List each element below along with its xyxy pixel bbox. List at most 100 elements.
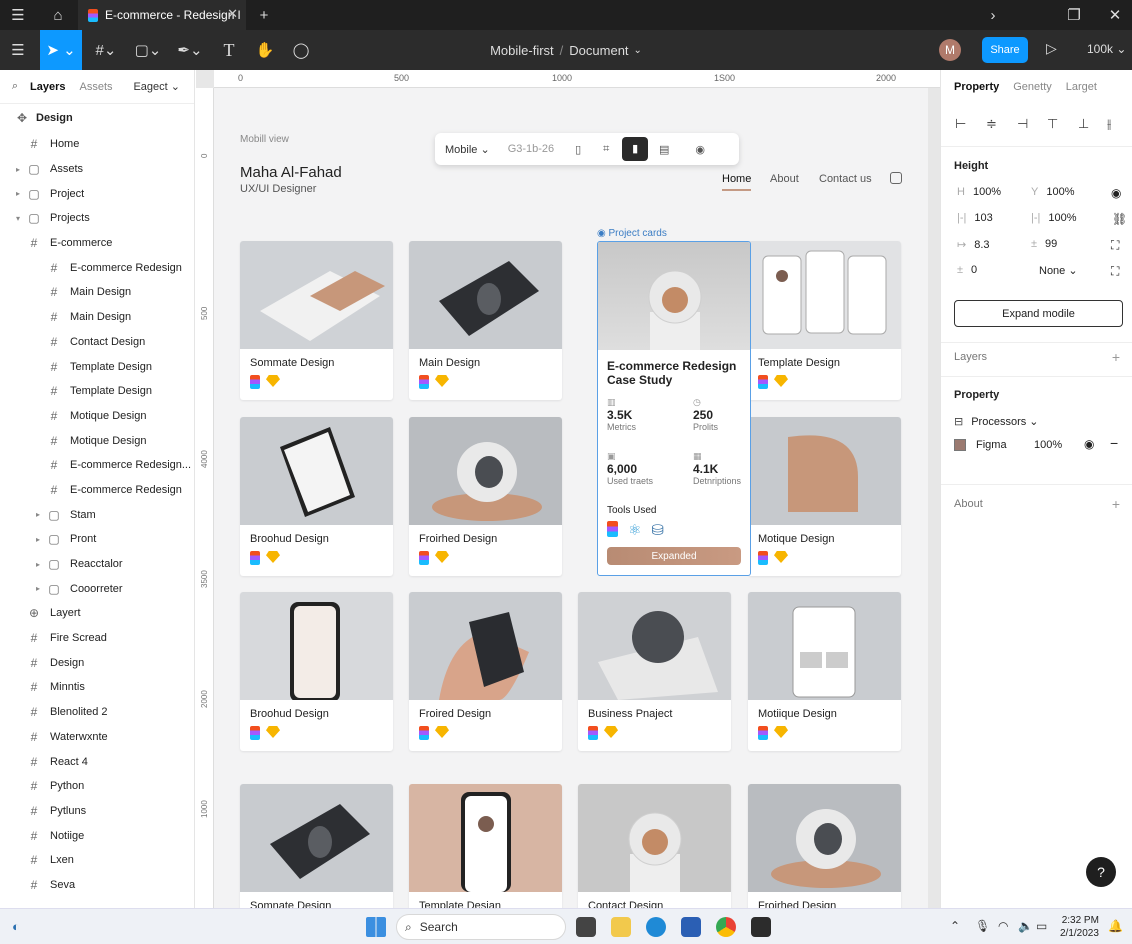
preview-eye-icon[interactable]: ◉: [686, 143, 714, 156]
frame-tool-icon[interactable]: #⌄: [88, 30, 124, 70]
fill-eye-icon[interactable]: ◉: [1084, 437, 1094, 451]
nav-contact[interactable]: Contact us: [819, 173, 872, 185]
layer-item[interactable]: # E-commerce Redesign: [0, 478, 194, 503]
instagram-icon[interactable]: [890, 172, 902, 184]
weather-icon[interactable]: ◐: [12, 919, 20, 934]
layer-item[interactable]: # Home: [0, 132, 194, 157]
wifi-icon[interactable]: ◠: [998, 919, 1008, 933]
caret-right-icon[interactable]: ▸: [32, 510, 44, 519]
chevron-right-icon[interactable]: ›: [975, 0, 1011, 30]
tab-document[interactable]: E-commerce - Redesign l ✕: [78, 0, 246, 30]
layer-item[interactable]: # Lxen: [0, 848, 194, 873]
dimension-field[interactable]: |-| 100%: [1031, 212, 1077, 224]
dimension-field[interactable]: Y 100%: [1031, 186, 1074, 198]
project-name[interactable]: Mobile-first: [490, 43, 554, 58]
layer-item[interactable]: # Fire Scread: [0, 626, 194, 651]
project-card[interactable]: Broohud Design: [240, 417, 393, 576]
file-explorer-icon[interactable]: [611, 917, 631, 937]
project-card[interactable]: Motiique Design: [748, 592, 901, 751]
layer-item[interactable]: # E-commerce Redesign: [0, 255, 194, 280]
project-card[interactable]: Contact Design: [578, 784, 731, 908]
expanded-button[interactable]: Expanded: [607, 547, 741, 565]
link-icon[interactable]: ⛓: [1112, 212, 1127, 226]
text-tool-icon[interactable]: T: [214, 30, 244, 70]
page-name[interactable]: Document: [569, 43, 628, 58]
chevron-up-icon[interactable]: ⌃: [950, 919, 960, 933]
caret-down-icon[interactable]: ▾: [12, 214, 24, 223]
main-menu-icon[interactable]: ☰: [0, 30, 36, 70]
caret-right-icon[interactable]: ▸: [12, 189, 24, 198]
align-bottom-icon[interactable]: ⊥: [1078, 116, 1089, 132]
caret-right-icon[interactable]: ▸: [32, 560, 44, 569]
layer-item[interactable]: # Notiige: [0, 823, 194, 848]
layer-item[interactable]: # Template Design: [0, 354, 194, 379]
notification-icon[interactable]: 🔔: [1108, 919, 1123, 933]
restore-window-icon[interactable]: ❐: [1056, 0, 1092, 30]
volume-icon[interactable]: 🔈: [1018, 919, 1033, 933]
figma-app-icon[interactable]: [751, 917, 771, 937]
tablet-icon[interactable]: ▤: [650, 143, 678, 156]
shape-tool-icon[interactable]: ▢⌄: [130, 30, 166, 70]
play-icon[interactable]: ▷: [1046, 40, 1057, 57]
comment-tool-icon[interactable]: ◯: [286, 30, 316, 70]
page-select[interactable]: Eagect ⌄: [133, 80, 180, 93]
zoom-level[interactable]: 100k ⌄: [1087, 42, 1126, 56]
new-tab-icon[interactable]: +: [246, 0, 282, 30]
project-card[interactable]: Froirhed Design: [748, 784, 901, 908]
layer-item[interactable]: # E-commerce Redesign...: [0, 453, 194, 478]
fill-row[interactable]: Figma 100%: [954, 439, 1062, 451]
layer-item[interactable]: ▸ ▢ Cooorreter: [0, 576, 194, 601]
search-icon[interactable]: ⌕: [0, 80, 30, 93]
layer-item[interactable]: # E-commerce: [0, 231, 194, 256]
layer-item[interactable]: ▸ ▢ Reacctalor: [0, 552, 194, 577]
fullscreen-icon[interactable]: ⛶: [1111, 264, 1119, 279]
layer-item[interactable]: # Python: [0, 774, 194, 799]
project-card[interactable]: Template Design: [748, 241, 901, 400]
layer-item[interactable]: # Minntis: [0, 675, 194, 700]
hand-tool-icon[interactable]: ✋: [250, 30, 280, 70]
battery-icon[interactable]: ▭: [1036, 919, 1047, 933]
clock[interactable]: 2:32 PM 2/1/2023: [1060, 914, 1099, 940]
add-about-icon[interactable]: +: [1112, 496, 1120, 512]
caret-right-icon[interactable]: ▸: [12, 165, 24, 174]
chevron-down-icon[interactable]: ⌄: [634, 45, 642, 56]
help-button[interactable]: ?: [1086, 857, 1116, 887]
share-button[interactable]: Share: [982, 37, 1028, 63]
project-card[interactable]: Broohud Design: [240, 592, 393, 751]
caret-right-icon[interactable]: ▸: [32, 584, 44, 593]
layer-item[interactable]: # Motique Design: [0, 404, 194, 429]
processors-row[interactable]: ⊟ Processors ⌄: [954, 415, 1039, 428]
device-select[interactable]: Mobile ⌄: [445, 143, 490, 156]
resize-icon[interactable]: ⛶: [1111, 238, 1119, 253]
layer-item[interactable]: # Motique Design: [0, 428, 194, 453]
layer-item[interactable]: # Main Design: [0, 280, 194, 305]
distribute-icon[interactable]: ⫲: [1107, 116, 1111, 132]
layer-item[interactable]: ▸ ▢ Stam: [0, 502, 194, 527]
layer-item[interactable]: # Design: [0, 650, 194, 675]
tab-larget[interactable]: Larget: [1066, 81, 1097, 93]
layer-item[interactable]: # Template Design: [0, 379, 194, 404]
project-card[interactable]: Froired Design: [409, 592, 562, 751]
microphone-icon[interactable]: 🎙: [975, 919, 990, 933]
layer-item[interactable]: # Contact Design: [0, 330, 194, 355]
layer-item[interactable]: ▾ ▢ Projects: [0, 206, 194, 231]
project-card[interactable]: Business Pnaject: [578, 592, 731, 751]
menu-icon[interactable]: ☰: [0, 0, 36, 30]
taskbar-search[interactable]: ⌕ Search: [396, 914, 566, 940]
visibility-eye-icon[interactable]: ◉: [1111, 186, 1121, 200]
fill-swatch[interactable]: [954, 439, 966, 451]
nav-about[interactable]: About: [770, 173, 799, 185]
store-icon[interactable]: [681, 917, 701, 937]
layer-item[interactable]: ⊕ Layert: [0, 601, 194, 626]
crop-icon[interactable]: ⌗: [592, 143, 620, 156]
layer-item[interactable]: # React 4: [0, 749, 194, 774]
featured-card[interactable]: E-commerce Redesign Case Study ▥ 3.5K Metr…: [597, 241, 751, 576]
align-center-icon[interactable]: ≑: [986, 116, 997, 132]
move-tool-icon[interactable]: ➤ ⌄: [40, 30, 82, 70]
avatar[interactable]: M: [939, 39, 961, 61]
dimension-field[interactable]: ±99: [1031, 238, 1057, 250]
project-card[interactable]: Motique Design: [748, 417, 901, 576]
dimension-field[interactable]: ↦ 8.3: [957, 238, 990, 251]
expand-module-button[interactable]: Expand modile: [954, 300, 1123, 327]
close-tab-icon[interactable]: ✕: [227, 6, 238, 22]
